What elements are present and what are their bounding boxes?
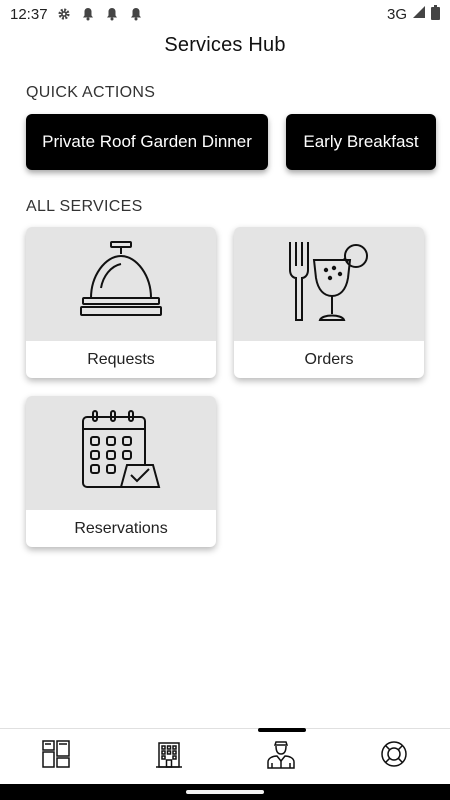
- active-tab-indicator: [258, 728, 306, 732]
- card-image: [234, 227, 424, 341]
- status-right: 3G: [386, 4, 440, 24]
- nav-item-help[interactable]: [338, 729, 450, 784]
- service-card-reservations[interactable]: Reservations: [26, 396, 216, 547]
- bell-icon: [104, 6, 120, 22]
- battery-icon: [431, 4, 440, 24]
- status-bar: 12:37 3G: [0, 0, 450, 28]
- status-left: 12:37: [10, 6, 144, 23]
- fork-and-drink-icon: [286, 240, 372, 329]
- signal-icon: [412, 5, 426, 23]
- all-services-label: ALL SERVICES: [26, 198, 143, 215]
- network-type: 3G: [386, 5, 407, 23]
- card-label: Orders: [304, 350, 354, 368]
- page-title: Services Hub: [164, 34, 286, 56]
- gear-icon: [56, 6, 72, 22]
- card-image: [26, 227, 216, 341]
- nav-item-concierge[interactable]: [225, 729, 338, 784]
- dashboard-icon: [42, 740, 70, 773]
- quick-action-roof-garden-dinner-button[interactable]: Private Roof Garden Dinner: [26, 114, 268, 170]
- service-card-orders[interactable]: Orders: [234, 227, 424, 378]
- status-time: 12:37: [10, 5, 48, 23]
- quick-actions-label: QUICK ACTIONS: [26, 84, 156, 101]
- quick-action-early-breakfast-button[interactable]: Early Breakfast: [286, 114, 436, 170]
- service-bell-icon: [79, 240, 163, 329]
- concierge-icon: [266, 739, 296, 774]
- card-label: Reservations: [74, 519, 168, 537]
- lifebuoy-icon: [380, 740, 408, 773]
- gesture-handle[interactable]: [186, 790, 264, 794]
- card-image: [26, 396, 216, 510]
- hotel-building-icon: [155, 740, 183, 773]
- service-card-requests[interactable]: Requests: [26, 227, 216, 378]
- nav-item-hotel[interactable]: [113, 729, 226, 784]
- card-label: Requests: [87, 350, 155, 368]
- bell-icon: [80, 6, 96, 22]
- calendar-reservation-icon: [79, 409, 163, 498]
- nav-item-dashboard[interactable]: [0, 729, 113, 784]
- bell-icon: [128, 6, 144, 22]
- bottom-navigation: [0, 728, 450, 784]
